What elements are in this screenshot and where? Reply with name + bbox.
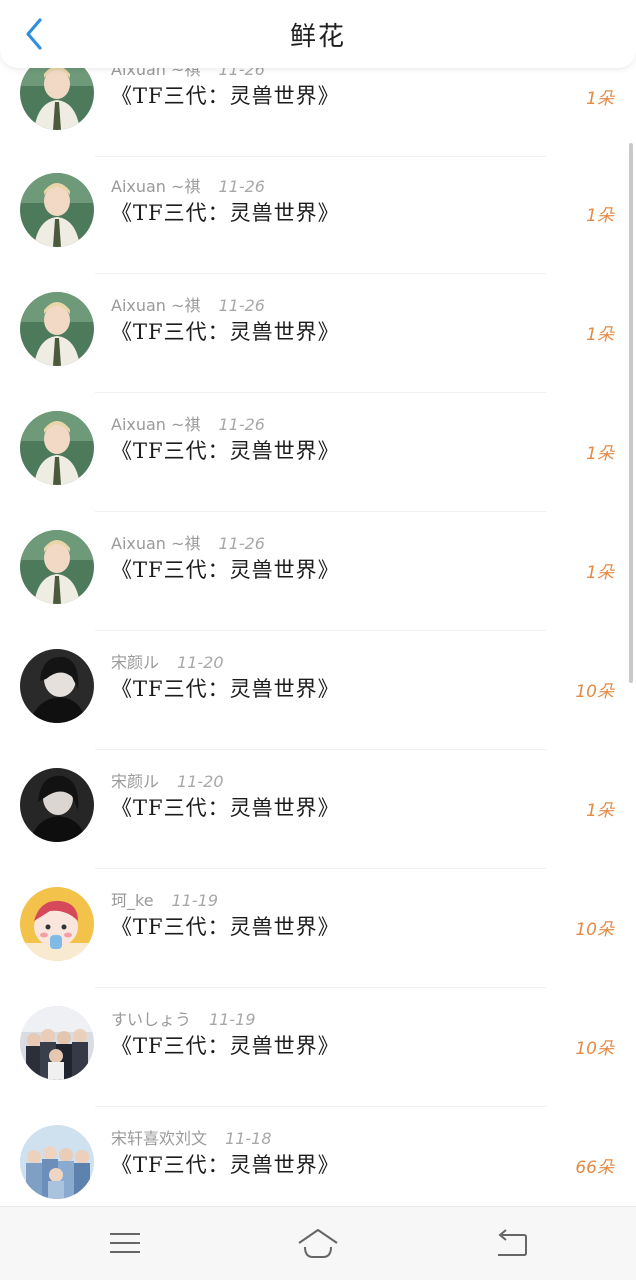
return-button[interactable] xyxy=(490,1225,534,1261)
home-button[interactable] xyxy=(296,1225,340,1261)
date: 11-20 xyxy=(177,772,224,791)
work-title: 《TF三代：灵兽世界》 xyxy=(111,320,340,344)
top-bar: 鲜花 xyxy=(0,0,636,68)
work-title: 《TF三代：灵兽世界》 xyxy=(111,201,340,225)
work-title: 《TF三代：灵兽世界》 xyxy=(111,677,340,701)
list-item[interactable]: 宋颜ル 11-20 《TF三代：灵兽世界》 10朵 xyxy=(0,631,636,750)
flower-count: 1朵 xyxy=(586,89,614,109)
flower-count: 1朵 xyxy=(586,206,614,226)
home-icon xyxy=(298,1229,338,1258)
scrollbar[interactable] xyxy=(629,143,633,683)
list-item[interactable]: Aixuan ~祺 11-26 《TF三代：灵兽世界》 1朵 xyxy=(0,512,636,631)
list-item[interactable]: Aixuan ~祺 11-26 《TF三代：灵兽世界》 1朵 xyxy=(0,155,636,274)
date: 11-26 xyxy=(218,296,265,315)
gift-list: Aixuan ~祺 11-26 《TF三代：灵兽世界》 1朵 Aixuan ~祺 1… xyxy=(0,0,636,1206)
flower-count: 1朵 xyxy=(586,444,614,464)
flower-count: 10朵 xyxy=(575,682,614,702)
date: 11-19 xyxy=(171,891,219,910)
flower-count: 1朵 xyxy=(586,801,614,821)
username: Aixuan ~祺 xyxy=(111,177,201,196)
list-item[interactable]: Aixuan ~祺 11-26 《TF三代：灵兽世界》 1朵 xyxy=(0,274,636,393)
menu-icon xyxy=(110,1233,140,1253)
username: すいしょう xyxy=(111,1010,192,1029)
list-item[interactable]: すいしょう 11-19 《TF三代：灵兽世界》 10朵 xyxy=(0,988,636,1107)
date: 11-26 xyxy=(218,415,265,434)
avatar[interactable] xyxy=(20,1006,94,1080)
avatar[interactable] xyxy=(20,292,94,366)
avatar[interactable] xyxy=(20,411,94,485)
list-item[interactable]: 宋颜ル 11-20 《TF三代：灵兽世界》 1朵 xyxy=(0,750,636,869)
avatar[interactable] xyxy=(20,530,94,604)
work-title: 《TF三代：灵兽世界》 xyxy=(111,915,340,939)
work-title: 《TF三代：灵兽世界》 xyxy=(111,1153,340,1177)
work-title: 《TF三代：灵兽世界》 xyxy=(111,558,340,582)
username: 宋颜ル xyxy=(111,653,160,672)
return-icon xyxy=(498,1229,527,1256)
username: Aixuan ~祺 xyxy=(111,296,201,315)
username: 宋颜ル xyxy=(111,772,160,791)
avatar[interactable] xyxy=(20,887,94,961)
system-nav-bar xyxy=(0,1206,636,1280)
menu-button[interactable] xyxy=(104,1225,148,1261)
flower-count: 10朵 xyxy=(575,920,614,940)
flower-count: 66朵 xyxy=(575,1158,614,1178)
flower-count: 1朵 xyxy=(586,325,614,345)
date: 11-26 xyxy=(218,177,265,196)
username: Aixuan ~祺 xyxy=(111,415,201,434)
avatar[interactable] xyxy=(20,768,94,842)
work-title: 《TF三代：灵兽世界》 xyxy=(111,439,340,463)
list-item[interactable]: 珂_ke 11-19 《TF三代：灵兽世界》 10朵 xyxy=(0,869,636,988)
date: 11-19 xyxy=(209,1010,256,1029)
date: 11-20 xyxy=(177,653,224,672)
work-title: 《TF三代：灵兽世界》 xyxy=(111,1034,340,1058)
list-item[interactable]: 宋轩喜欢刘文 11-18 《TF三代：灵兽世界》 66朵 xyxy=(0,1107,636,1206)
flower-count: 1朵 xyxy=(586,563,614,583)
avatar[interactable] xyxy=(20,1125,94,1199)
page-title: 鲜花 xyxy=(289,22,346,52)
work-title: 《TF三代：灵兽世界》 xyxy=(111,84,340,108)
date: 11-18 xyxy=(225,1129,272,1148)
date: 11-26 xyxy=(218,534,265,553)
flower-count: 10朵 xyxy=(575,1039,614,1059)
work-title: 《TF三代：灵兽世界》 xyxy=(111,796,340,820)
username: Aixuan ~祺 xyxy=(111,534,201,553)
username: 珂_ke xyxy=(111,891,154,910)
username: 宋轩喜欢刘文 xyxy=(111,1129,208,1148)
list-item[interactable]: Aixuan ~祺 11-26 《TF三代：灵兽世界》 1朵 xyxy=(0,393,636,512)
avatar[interactable] xyxy=(20,649,94,723)
avatar[interactable] xyxy=(20,173,94,247)
